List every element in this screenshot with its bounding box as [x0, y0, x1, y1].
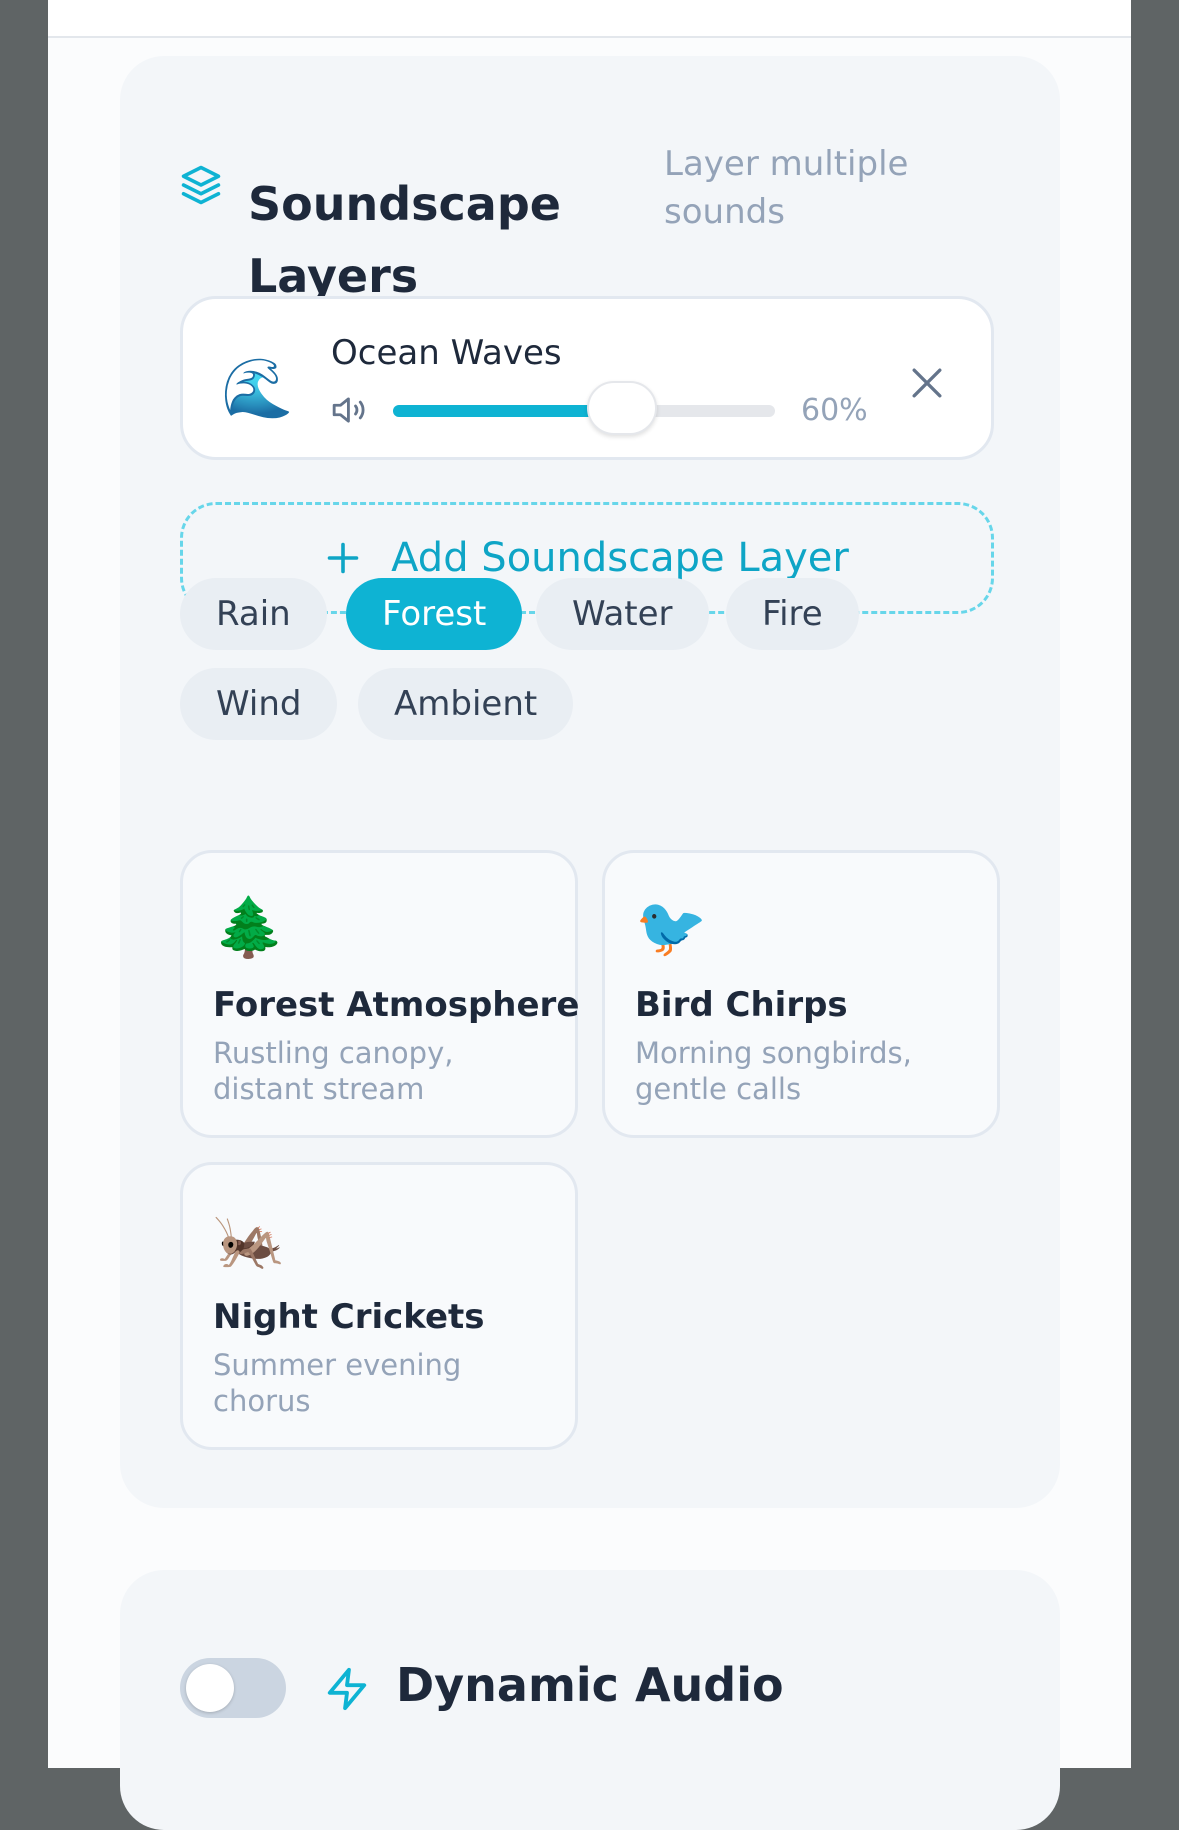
dynamic-audio-card: Dynamic Audio [120, 1570, 1060, 1830]
add-layer-label: Add Soundscape Layer [391, 535, 849, 581]
sound-description: Summer evening chorus [213, 1348, 462, 1418]
volume-icon [332, 397, 365, 423]
sound-title: Forest Atmosphere [213, 985, 580, 1025]
sound-title: Bird Chirps [635, 985, 848, 1025]
sound-card-bird-chirps[interactable]: 🐦 Bird Chirps Morning songbirds, gentle … [602, 850, 1000, 1138]
plus-icon [327, 542, 359, 574]
bolt-icon [327, 1667, 367, 1711]
cricket-icon: 🦗 [213, 1205, 286, 1273]
sound-card-night-crickets[interactable]: 🦗 Night Crickets Summer evening chorus [180, 1162, 578, 1450]
category-chip-rain[interactable]: Rain [180, 578, 327, 650]
section-title: Soundscape Layers [248, 177, 561, 303]
bird-icon: 🐦 [635, 893, 708, 961]
sound-description: Morning songbirds, gentle calls [635, 1036, 912, 1106]
sound-description: Rustling canopy, distant stream [213, 1036, 454, 1106]
dynamic-audio-toggle[interactable] [180, 1658, 286, 1718]
active-layer-ocean-waves: 🌊 Ocean Waves 60% [180, 296, 994, 460]
category-chip-ambient[interactable]: Ambient [358, 668, 574, 740]
layer-name: Ocean Waves [331, 333, 562, 373]
toggle-knob [186, 1664, 234, 1712]
volume-slider[interactable] [393, 381, 775, 435]
category-chip-fire[interactable]: Fire [726, 578, 859, 650]
dynamic-audio-title: Dynamic Audio [396, 1658, 784, 1712]
volume-slider-thumb[interactable] [587, 381, 658, 435]
section-subtitle: Layer multiple sounds [664, 144, 909, 232]
soundscape-layers-card: Soundscape Layers Layer multiple sounds … [120, 56, 1060, 1508]
category-chip-forest[interactable]: Forest [346, 578, 523, 650]
tree-icon: 🌲 [213, 893, 286, 961]
settings-panel: Soundscape Layers Layer multiple sounds … [48, 0, 1131, 1830]
top-bar [48, 0, 1131, 38]
category-chip-wind[interactable]: Wind [180, 668, 338, 740]
sound-card-forest-atmosphere[interactable]: 🌲 Forest Atmosphere Rustling canopy, dis… [180, 850, 580, 1138]
volume-percent: 60% [801, 393, 868, 428]
close-icon[interactable] [905, 361, 949, 405]
sound-title: Night Crickets [213, 1297, 485, 1337]
wave-icon: 🌊 [221, 354, 294, 422]
layers-icon [181, 165, 221, 205]
category-chip-water[interactable]: Water [536, 578, 709, 650]
